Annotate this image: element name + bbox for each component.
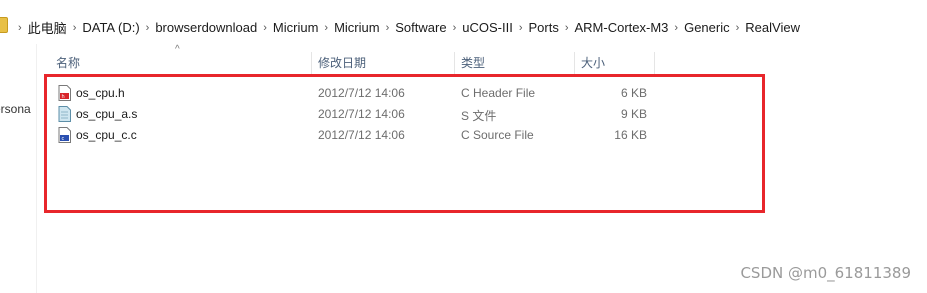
- breadcrumb-item[interactable]: Micrium: [334, 20, 380, 35]
- column-name[interactable]: 名称: [50, 52, 312, 74]
- watermark: CSDN @m0_61811389: [740, 264, 911, 282]
- breadcrumb: › 此电脑 › DATA (D:) › browserdownload › Mi…: [12, 18, 800, 37]
- chevron-right-icon[interactable]: ›: [519, 22, 523, 34]
- breadcrumb-item[interactable]: uCOS-III: [462, 20, 513, 35]
- breadcrumb-item-current[interactable]: RealView: [745, 20, 800, 35]
- nav-item-personal[interactable]: ersona: [0, 102, 31, 116]
- chevron-right-icon[interactable]: ›: [386, 22, 390, 34]
- chevron-right-icon[interactable]: ›: [146, 22, 150, 34]
- column-size[interactable]: 大小: [575, 52, 655, 74]
- breadcrumb-item[interactable]: Micrium: [273, 20, 319, 35]
- chevron-right-icon[interactable]: ›: [674, 22, 678, 34]
- chevron-right-icon[interactable]: ›: [324, 22, 328, 34]
- chevron-right-icon[interactable]: ›: [565, 22, 569, 34]
- chevron-right-icon[interactable]: ›: [73, 22, 77, 34]
- breadcrumb-item[interactable]: browserdownload: [155, 20, 257, 35]
- breadcrumb-item[interactable]: Software: [395, 20, 446, 35]
- address-bar[interactable]: › 此电脑 › DATA (D:) › browserdownload › Mi…: [0, 14, 927, 38]
- chevron-right-icon[interactable]: ›: [736, 22, 740, 34]
- column-type[interactable]: 类型: [455, 52, 575, 74]
- navigation-pane: ersona: [0, 44, 37, 293]
- breadcrumb-item[interactable]: Ports: [528, 20, 558, 35]
- breadcrumb-item[interactable]: DATA (D:): [82, 20, 139, 35]
- chevron-right-icon[interactable]: ›: [453, 22, 457, 34]
- breadcrumb-item[interactable]: Generic: [684, 20, 730, 35]
- chevron-right-icon[interactable]: ›: [18, 22, 22, 34]
- breadcrumb-item[interactable]: ARM-Cortex-M3: [575, 20, 669, 35]
- column-header: ^ 名称 修改日期 类型 大小: [38, 44, 927, 74]
- folder-icon: [0, 17, 8, 33]
- highlight-box: [44, 74, 765, 213]
- chevron-right-icon[interactable]: ›: [263, 22, 267, 34]
- column-date-modified[interactable]: 修改日期: [312, 52, 455, 74]
- breadcrumb-item[interactable]: 此电脑: [28, 18, 67, 37]
